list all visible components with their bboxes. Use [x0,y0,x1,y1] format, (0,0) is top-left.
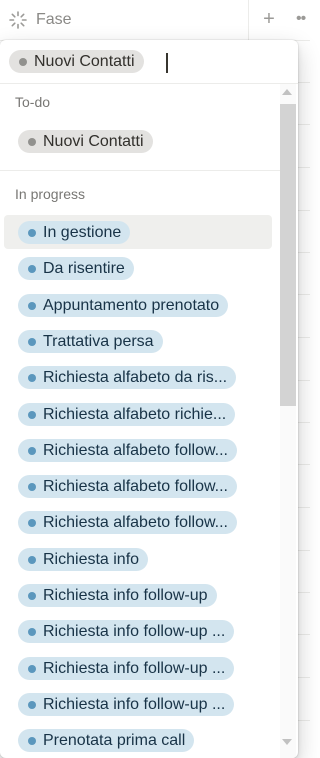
status-dot [19,57,27,66]
row-separator [298,82,310,83]
status-option-chip[interactable]: Da risentire [18,257,134,280]
status-option-chip[interactable]: Richiesta info follow-up ... [18,657,235,680]
row-separator [298,380,310,381]
status-option-chip[interactable]: Richiesta alfabeto richie... [18,403,236,426]
status-option-chip[interactable]: Richiesta alfabeto follow... [18,439,237,462]
status-option-chip[interactable]: Richiesta info follow-up ... [18,620,235,643]
status-select-popover: Nuovi Contatti To-do Nuovi Contatti In pro… [0,40,298,758]
status-option-label: Appuntamento prenotato [43,296,220,314]
table-header: Fase + •• [0,0,310,41]
row-separator [298,337,310,338]
add-property-button[interactable]: + [258,6,280,32]
status-option-label: Richiesta info follow-up ... [43,659,226,677]
status-option-label: Da risentire [43,259,125,277]
status-dot [28,264,36,273]
row-separator [298,294,310,295]
row-separator [298,40,310,41]
selected-status-chip[interactable]: Nuovi Contatti [9,50,144,73]
status-dot [28,337,36,346]
status-dot [28,446,36,455]
row-separator [298,592,310,593]
status-option-chip[interactable]: Richiesta alfabeto da ris... [18,366,237,389]
status-dot [28,627,36,636]
status-option-label: Nuovi Contatti [43,132,144,150]
row-separator [298,634,310,635]
section-divider [0,170,280,171]
status-dot [28,137,36,146]
status-dot [28,700,36,709]
status-option-chip[interactable]: Richiesta info follow-up ... [18,693,235,716]
scrollbar-thumb[interactable] [280,104,296,406]
column-separator [248,0,249,40]
row-separator [298,167,310,168]
status-dot [28,373,36,382]
status-option-chip[interactable]: Richiesta alfabeto follow... [18,475,237,498]
status-option-chip[interactable]: Trattativa persa [18,330,163,353]
status-option-chip[interactable]: Richiesta info follow-up [18,584,217,607]
status-option-chip[interactable]: In gestione [18,221,131,244]
row-separator [298,210,310,211]
row-separator [298,464,310,465]
row-separator [298,507,310,508]
options-list: To-do Nuovi Contatti In progress In gestion… [0,84,280,758]
status-dot [28,736,36,745]
status-option-chip[interactable]: Prenotata prima call [18,729,195,752]
status-option-label: Prenotata prima call [43,731,186,749]
status-dot [28,482,36,491]
status-option-label: Richiesta alfabeto follow... [43,513,228,531]
row-separator [298,720,310,721]
status-option-label: Richiesta alfabeto follow... [43,441,228,459]
status-option-chip[interactable]: Richiesta alfabeto follow... [18,511,237,534]
status-dot [28,518,36,527]
row-separator [298,677,310,678]
status-option-label: Richiesta alfabeto follow... [43,477,228,495]
status-option-label: In gestione [43,223,122,241]
scroll-up-arrow[interactable] [282,89,292,95]
group-title: To-do [15,94,51,110]
table-rows-edge [298,40,310,758]
status-option-label: Richiesta info follow-up [43,586,208,604]
status-dot [28,664,36,673]
property-name[interactable]: Fase [36,11,72,29]
status-option-label: Richiesta alfabeto richie... [43,405,227,423]
status-dot [28,591,36,600]
status-option-label: Richiesta alfabeto da ris... [43,368,228,386]
status-option-chip[interactable]: Nuovi Contatti [18,130,153,153]
status-option-label: Richiesta info follow-up ... [43,622,226,640]
group-title: In progress [15,186,86,202]
scroll-down-arrow[interactable] [282,739,292,745]
search-caret[interactable] [166,53,168,73]
more-options-button[interactable]: •• [296,6,316,32]
status-option-chip[interactable]: Richiesta info [18,548,149,571]
selected-status-label: Nuovi Contatti [34,52,135,70]
status-option-label: Richiesta info follow-up ... [43,695,226,713]
status-dot [28,410,36,419]
status-option-label: Richiesta info [43,550,140,568]
status-option-chip[interactable]: Appuntamento prenotato [18,294,229,317]
selected-values-bar[interactable]: Nuovi Contatti [0,40,298,84]
row-separator [298,550,310,551]
status-dot [28,228,36,237]
status-spinner-icon [8,10,28,30]
status-dot [28,555,36,564]
row-separator [298,252,310,253]
row-separator [298,124,310,125]
status-dot [28,301,36,310]
status-option-label: Trattativa persa [43,332,154,350]
row-separator [298,422,310,423]
